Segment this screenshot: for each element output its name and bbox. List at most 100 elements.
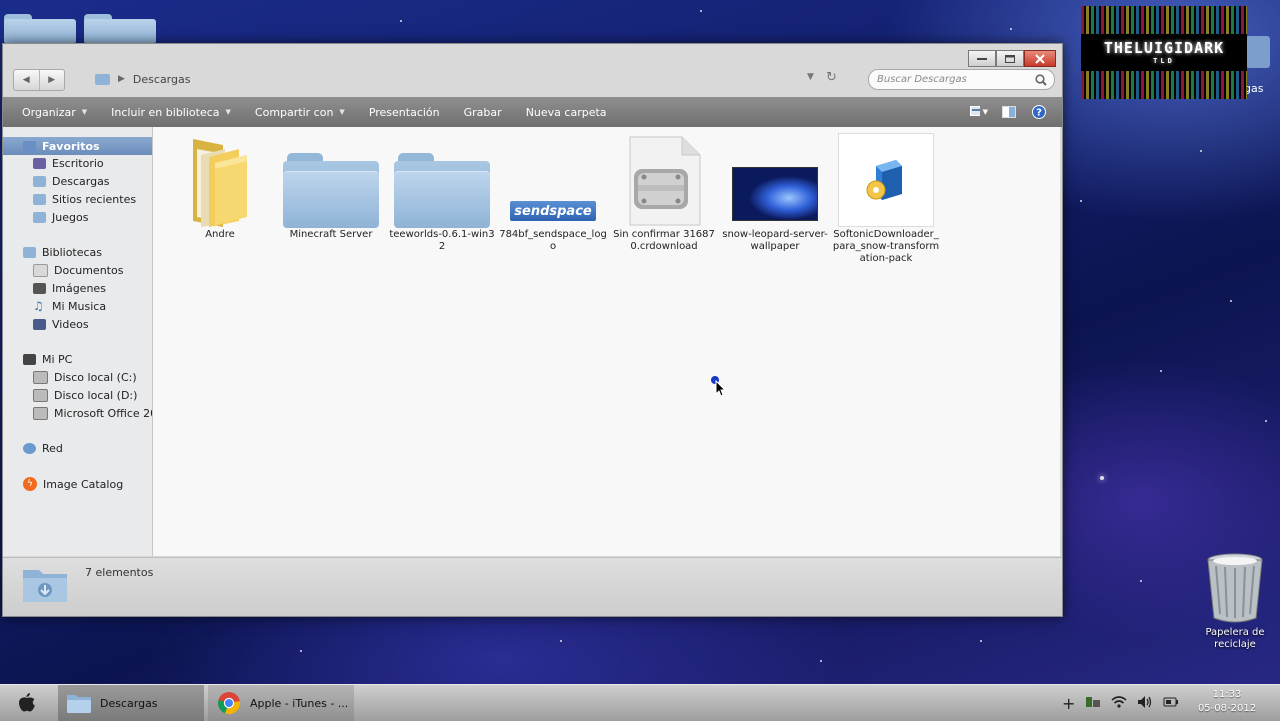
desktop-icon [33, 157, 46, 169]
taskbar-chrome-button[interactable]: Apple - iTunes - ... [208, 685, 354, 721]
nav-favorites[interactable]: Favoritos [3, 137, 152, 155]
file-item[interactable]: Andre [166, 133, 274, 241]
documents-icon [33, 263, 48, 277]
share-label: Compartir con [254, 105, 334, 119]
svg-text:?: ? [1036, 108, 1042, 119]
nav-network[interactable]: Red [3, 439, 152, 457]
nav-image-catalog[interactable]: ϟ Image Catalog [3, 475, 152, 493]
nav-label: Videos [52, 317, 89, 331]
nav-pictures[interactable]: Imágenes [3, 279, 152, 297]
item-count: 7 elementos [85, 566, 154, 579]
file-item[interactable]: Minecraft Server [277, 133, 385, 241]
file-name: Andre [205, 229, 235, 240]
file-item[interactable]: snow-leopard-server-wallpaper [721, 133, 829, 253]
generic-file-icon [610, 133, 718, 227]
taskbar-explorer-button[interactable]: Descargas [58, 685, 204, 721]
recycle-bin-icon[interactable] [1204, 552, 1266, 627]
network-icon [23, 442, 36, 454]
nav-music[interactable]: ♫ Mi Musica [3, 297, 152, 315]
slideshow-button[interactable]: Presentación [364, 97, 445, 127]
nav-downloads[interactable]: Descargas [3, 172, 152, 190]
nav-label: Disco local (D:) [54, 388, 138, 402]
status-bar: 7 elementos [3, 557, 1062, 616]
include-library-menu[interactable]: Incluir en biblioteca ▼ [106, 97, 236, 127]
downloads-folder-icon [33, 175, 46, 187]
folder-icon [21, 566, 69, 604]
task-label: Apple - iTunes - ... [250, 696, 349, 710]
nav-documents[interactable]: Documentos [3, 261, 152, 279]
clock-time: 11:33 [1212, 689, 1242, 700]
preview-pane-icon[interactable] [1000, 103, 1018, 121]
drive-icon [33, 370, 48, 384]
nav-computer[interactable]: Mi PC [3, 350, 152, 368]
nav-buttons: ◀ ▶ [13, 69, 65, 91]
nav-label: Sitios recientes [52, 192, 137, 206]
nav-label: Descargas [52, 174, 110, 188]
refresh-icon[interactable]: ↻ [826, 70, 837, 85]
clock[interactable]: 11:33 05-08-2012 [1192, 688, 1262, 716]
include-library-label: Incluir en biblioteca [111, 105, 220, 119]
pictures-icon [33, 282, 46, 294]
nav-desktop[interactable]: Escritorio [3, 154, 152, 172]
burn-button[interactable]: Grabar [459, 97, 507, 127]
organize-menu[interactable]: Organizar ▼ [17, 97, 92, 127]
wifi-icon[interactable] [1111, 695, 1127, 712]
chevron-down-icon[interactable]: ▼ [807, 72, 814, 82]
nav-office-drive[interactable]: Microsoft Office 2010 [3, 404, 152, 422]
forward-button[interactable]: ▶ [38, 70, 65, 90]
search-icon[interactable] [1032, 73, 1050, 86]
nav-drive-c[interactable]: Disco local (C:) [3, 368, 152, 386]
back-button[interactable]: ◀ [14, 70, 39, 90]
open-folder-icon [166, 133, 274, 227]
folder-icon [66, 690, 92, 716]
nav-label: Juegos [52, 210, 89, 224]
plus-icon[interactable]: + [1062, 694, 1075, 713]
file-item[interactable]: SoftonicDownloader_para_snow-transformat… [832, 133, 940, 265]
caption-buttons [968, 50, 1056, 67]
file-name: Sin confirmar 316870.crdownload [613, 229, 715, 252]
address-bar[interactable]: ▶ Descargas [87, 69, 827, 89]
close-button[interactable] [1024, 50, 1056, 67]
nav-drive-d[interactable]: Disco local (D:) [3, 386, 152, 404]
minimize-button[interactable] [968, 50, 996, 67]
clock-date: 05-08-2012 [1197, 703, 1257, 714]
new-folder-button[interactable]: Nueva carpeta [521, 97, 612, 127]
folder-icon [277, 133, 385, 228]
maximize-button[interactable] [996, 50, 1024, 67]
desktop-folder-icon[interactable] [4, 14, 76, 44]
nav-label: Imágenes [52, 281, 106, 295]
view-options-icon[interactable]: ▼ [970, 103, 988, 121]
file-item[interactable]: Sin confirmar 316870.crdownload [610, 133, 718, 253]
computer-icon [23, 353, 36, 365]
nav-label: Mi Musica [52, 299, 107, 313]
apple-start-icon[interactable] [18, 692, 36, 715]
file-item[interactable]: teeworlds-0.6.1-win32 [388, 133, 496, 253]
chrome-icon [216, 690, 242, 716]
system-tray: + [1062, 694, 1179, 713]
nav-label: Documentos [54, 263, 124, 277]
desktop-folder-icon[interactable] [84, 14, 156, 44]
network-tray-icon[interactable] [1085, 694, 1101, 713]
nav-recent-places[interactable]: Sitios recientes [3, 190, 152, 208]
battery-icon[interactable] [1163, 696, 1179, 711]
breadcrumb[interactable]: Descargas [133, 73, 191, 86]
folder-icon [388, 133, 496, 228]
share-menu[interactable]: Compartir con ▼ [250, 97, 350, 127]
volume-icon[interactable] [1137, 695, 1153, 712]
help-icon[interactable]: ? [1030, 103, 1048, 121]
file-list[interactable]: Andre Minecraft Server teeworlds-0.6.1-w… [153, 127, 1060, 556]
search-box[interactable]: Buscar Descargas [868, 69, 1055, 90]
nav-videos[interactable]: Videos [3, 315, 152, 333]
nav-label: Escritorio [52, 156, 104, 170]
drive-icon [33, 406, 48, 420]
nav-games[interactable]: Juegos [3, 208, 152, 226]
file-item[interactable]: sendspace 784bf_sendspace_logo [499, 133, 607, 253]
desktop-folder-icon[interactable] [1246, 36, 1270, 68]
image-catalog-icon: ϟ [23, 477, 37, 491]
taskbar: Descargas Apple - iTunes - ... + 11:33 0… [0, 684, 1280, 721]
nav-label: Favoritos [42, 139, 100, 153]
task-label: Descargas [100, 696, 158, 710]
nav-libraries[interactable]: Bibliotecas [3, 243, 152, 261]
search-input[interactable]: Buscar Descargas [877, 74, 1032, 85]
libraries-icon [23, 246, 36, 258]
